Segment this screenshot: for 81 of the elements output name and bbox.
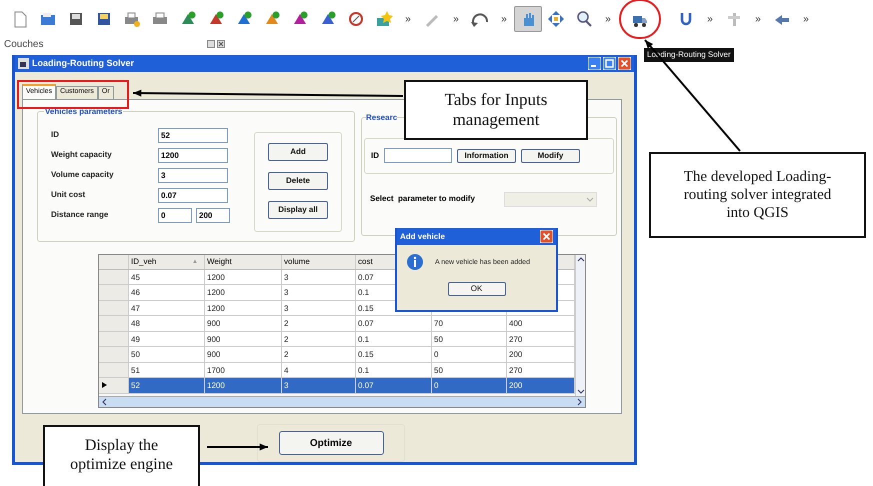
more-chevron[interactable]: » — [446, 12, 466, 26]
input-field[interactable]: 200 — [196, 208, 230, 223]
more-chevron[interactable]: » — [494, 12, 514, 26]
callout-box: Tabs for Inputs management — [404, 80, 588, 140]
table-row[interactable]: 52 1200 3 0.07 0 200 — [99, 378, 575, 394]
table-cell: 45 — [129, 270, 205, 284]
table-row[interactable]: 51 1700 4 0.1 50 270 — [99, 362, 575, 378]
callout-box: The developed Loading-routing solver integrated into QGIS — [649, 152, 866, 238]
group-title: Researc — [366, 112, 398, 124]
table-cell: 900 — [205, 316, 282, 331]
button[interactable]: Information — [457, 148, 516, 163]
table-cell: 2 — [282, 316, 356, 331]
table-cell: 3 — [282, 378, 356, 393]
table-cell: 1200 — [205, 285, 282, 300]
input-field[interactable]: 0.07 — [158, 188, 228, 203]
field-label: ID — [51, 129, 60, 142]
table-cell: 0 — [432, 378, 507, 393]
more-chevron[interactable]: » — [748, 12, 768, 26]
table-cell: 46 — [129, 285, 205, 300]
more-chevron[interactable]: » — [796, 12, 816, 26]
table-cell: 2 — [282, 347, 356, 362]
field-label: Unit cost — [51, 189, 86, 202]
table-cell: 3 — [282, 270, 356, 284]
table-cell: 50 — [129, 347, 205, 362]
window-title: Loading-Routing Solver — [32, 56, 134, 70]
table-cell: 2 — [282, 332, 356, 346]
table-cell: 47 — [129, 300, 205, 316]
more-chevron[interactable]: » — [700, 12, 720, 26]
table-cell: 0.1 — [356, 332, 432, 346]
more-chevron[interactable]: » — [598, 12, 618, 26]
table-cell: 3 — [282, 285, 356, 300]
table-cell: 48 — [129, 316, 205, 331]
input-field[interactable]: 1200 — [158, 148, 228, 163]
input-field[interactable]: 3 — [158, 168, 228, 183]
field-label: ID — [371, 150, 379, 162]
table-cell: 0.07 — [356, 316, 432, 331]
group-title: Vehicles parameters — [44, 106, 124, 118]
table-cell: 0.07 — [356, 378, 432, 393]
table-row[interactable]: 49 900 2 0.1 50 270 — [99, 332, 575, 348]
table-cell: 52 — [129, 378, 205, 393]
column-header[interactable]: Weight — [205, 254, 282, 269]
header-label: cost — [358, 256, 373, 268]
column-header[interactable]: volume — [282, 254, 356, 269]
optimize-button[interactable]: Optimize — [278, 431, 384, 456]
button[interactable]: OK — [448, 282, 506, 296]
field-label: Select parameter to modify — [370, 193, 476, 206]
field-label: Weight capacity — [51, 149, 113, 162]
table-row[interactable]: 48 900 2 0.07 70 400 — [99, 316, 575, 332]
callout-box: Display the optimize engine — [43, 425, 200, 486]
more-chevron[interactable]: » — [398, 12, 418, 26]
button[interactable]: Display all — [268, 200, 328, 219]
table-cell: 1200 — [205, 378, 282, 393]
button[interactable]: Add — [268, 142, 328, 161]
table-cell: 900 — [205, 332, 282, 346]
table-cell: 0.1 — [356, 362, 432, 378]
field-label: Volume capacity — [51, 169, 115, 182]
button[interactable]: Delete — [268, 172, 328, 190]
input-field[interactable]: 52 — [158, 128, 228, 143]
table-cell: 1700 — [205, 362, 282, 378]
table-cell: 4 — [282, 362, 356, 378]
table-cell: 70 — [432, 316, 507, 331]
field-label: Distance range — [51, 209, 110, 222]
dialog-title: Add vehicle — [400, 230, 445, 242]
input-field[interactable]: 0 — [158, 208, 192, 223]
header-label: volume — [284, 256, 310, 268]
header-label: Weight — [207, 256, 232, 268]
table-cell: 49 — [129, 332, 205, 346]
table-cell: 0 — [432, 347, 507, 362]
table-row[interactable]: 50 900 2 0.15 0 200 — [99, 347, 575, 363]
table-cell: 1200 — [205, 270, 282, 284]
table-cell: 1200 — [205, 300, 282, 316]
button[interactable]: Modify — [521, 148, 580, 163]
table-cell: 900 — [205, 347, 282, 362]
table-cell: 50 — [432, 332, 507, 346]
header-label: ID_veh — [131, 256, 156, 268]
tooltip: Loading-Routing Solver — [644, 48, 734, 62]
table-cell: 50 — [432, 362, 507, 378]
table-cell: 51 — [129, 362, 205, 378]
table-cell: 0.15 — [356, 347, 432, 362]
panel-title: Couches — [4, 38, 44, 52]
table-cell: 3 — [282, 300, 356, 316]
